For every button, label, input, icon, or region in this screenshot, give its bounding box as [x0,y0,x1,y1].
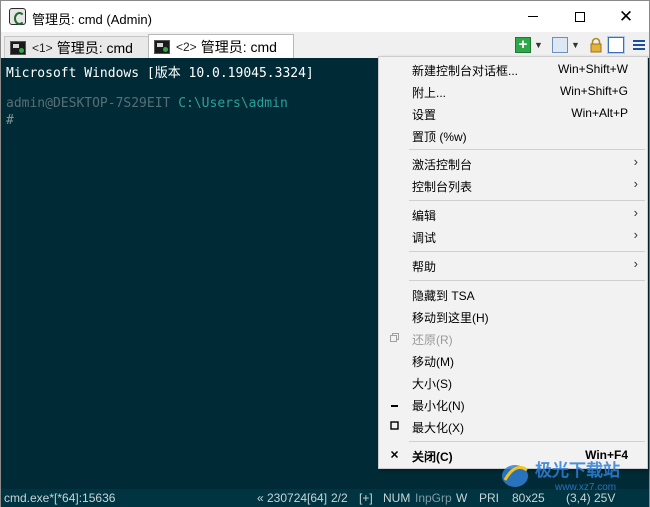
console-prompt: admin@DESKTOP-7S29EIT C:\Users\admin [6,96,288,111]
chevron-right-icon: › [633,176,638,191]
maximize-icon [390,421,399,430]
panel-icon[interactable] [608,37,624,53]
chevron-right-icon: › [633,154,638,169]
minimize-icon [528,16,538,17]
menu-item-new-console[interactable]: 新建控制台对话框... Win+Shift+W [379,58,647,80]
system-context-menu: 新建控制台对话框... Win+Shift+W 附上... Win+Shift+… [378,56,648,469]
menu-item-move[interactable]: 移动(M) [379,349,647,371]
svg-text:极光下载站: 极光下载站 [535,460,620,480]
new-console-icon[interactable]: + [515,37,531,53]
status-pri[interactable]: PRI [479,491,499,505]
menu-item-label: 调试 [412,231,437,245]
hamburger-menu-icon[interactable] [631,37,647,53]
close-button[interactable]: ✕ [603,1,649,32]
lock-icon[interactable] [588,37,604,53]
minimize-icon [391,405,398,407]
menu-item-label: 控制台列表 [412,180,473,194]
menu-item-move-here[interactable]: 移动到这里(H) [379,305,647,327]
minimize-button[interactable] [510,1,556,32]
menu-separator [409,441,645,442]
tab-title: 管理员: cmd [56,39,133,56]
menu-separator [409,280,645,281]
menu-item-always-on-top[interactable]: 置顶 (%w) [379,124,647,146]
console-tab-icon [154,39,170,54]
prompt-char: # [6,113,14,128]
maximize-button[interactable] [557,1,603,32]
menu-item-label: 帮助 [412,260,437,274]
tab-number: <1> [32,40,53,55]
dropdown-icon[interactable]: ▼ [571,40,581,56]
conemu-app-icon[interactable] [9,8,26,25]
prompt-user: admin@DESKTOP-7S29EIT [6,96,171,111]
menu-item-help[interactable]: 帮助 › [379,254,647,276]
menu-item-label: 关闭(C) [412,450,453,464]
dropdown-icon[interactable]: ▼ [534,40,544,56]
status-process[interactable]: cmd.exe*[*64]:15636 [4,491,115,505]
watermark-logo: 极光下载站 www.xz7.com [502,460,620,493]
chevron-right-icon: › [633,227,638,242]
console-line-version: Microsoft Windows [版本 10.0.19045.3324] [6,66,314,81]
window-title: 管理员: cmd (Admin) [32,12,152,27]
menu-item-hide-to-tsa[interactable]: 隐藏到 TSA [379,283,647,305]
status-w[interactable]: W [456,491,467,505]
menu-item-console-list[interactable]: 控制台列表 › [379,174,647,196]
menu-item-shortcut: Win+Shift+G [559,84,628,98]
menu-item-settings[interactable]: 设置 Win+Alt+P [379,102,647,124]
menu-item-activate-console[interactable]: 激活控制台 › [379,152,647,174]
menu-item-debug[interactable]: 调试 › [379,225,647,247]
menu-item-minimize[interactable]: 最小化(N) [379,393,647,415]
tab-console-2[interactable]: <2> 管理员: cmd [148,34,294,58]
menu-item-label: 附上... [412,86,447,100]
menu-item-label: 激活控制台 [412,158,473,172]
console-tab-icon [10,40,26,55]
close-icon [390,450,399,459]
menu-item-label: 设置 [412,108,437,122]
menu-item-shortcut: Win+Shift+W [557,62,628,76]
menu-separator [409,251,645,252]
status-inpgrp[interactable]: InpGrp [415,491,452,505]
maximize-icon [575,11,585,22]
menu-item-label: 置顶 (%w) [412,130,467,144]
chevron-right-icon: › [633,205,638,220]
menu-item-label: 编辑 [412,209,437,223]
menu-item-edit[interactable]: 编辑 › [379,203,647,225]
menu-separator [409,149,645,150]
menu-item-label: 新建控制台对话框... [412,64,519,78]
menu-item-label: 最小化(N) [412,399,465,413]
menu-item-label: 大小(S) [412,377,452,391]
tab-console-1[interactable]: <1> 管理员: cmd [4,36,149,58]
menu-item-label: 移动(M) [412,355,454,369]
svg-text:www.xz7.com: www.xz7.com [554,482,616,493]
menu-item-shortcut: Win+Alt+P [571,106,628,120]
conemu-window: 管理员: cmd (Admin) ✕ <1> 管理员: cmd <2> 管理员:… [0,0,650,507]
menu-item-label: 还原(R) [412,333,453,347]
status-flag[interactable]: [+] [359,491,373,505]
restore-icon [390,333,399,342]
menu-item-maximize[interactable]: 最大化(X) [379,415,647,437]
menu-item-restore: 还原(R) [379,327,647,349]
chevron-right-icon: › [633,256,638,271]
menu-item-attach[interactable]: 附上... Win+Shift+G [379,80,647,102]
status-info[interactable]: « 230724[64] [257,491,327,505]
menu-item-label: 移动到这里(H) [412,311,489,325]
tab-title: 管理员: cmd [200,38,277,55]
status-page[interactable]: 2/2 [331,491,348,505]
menu-separator [409,200,645,201]
tab-number: <2> [176,39,197,54]
menu-item-label: 隐藏到 TSA [412,289,475,303]
status-num[interactable]: NUM [383,491,410,505]
prompt-path: C:\Users\admin [170,96,288,111]
menu-item-label: 最大化(X) [412,421,464,435]
menu-item-size[interactable]: 大小(S) [379,371,647,393]
title-bar[interactable]: 管理员: cmd (Admin) ✕ [1,1,649,32]
screen-icon[interactable] [552,37,568,53]
close-icon: ✕ [618,7,634,26]
